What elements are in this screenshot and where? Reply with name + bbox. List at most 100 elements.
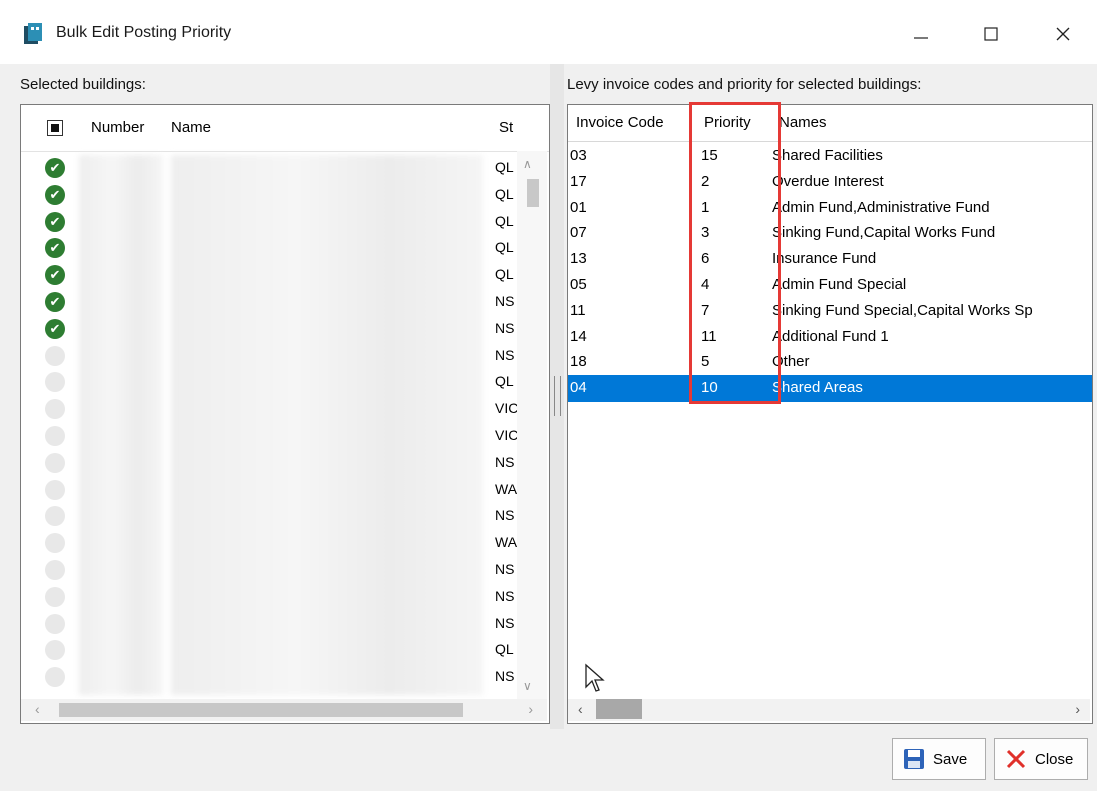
column-state[interactable]: St: [499, 119, 513, 136]
title-bar: Bulk Edit Posting Priority: [0, 0, 1097, 64]
scroll-up-icon[interactable]: ∧: [523, 157, 532, 171]
table-row[interactable]: 17 2 Overdue Interest: [568, 168, 1092, 196]
table-row[interactable]: ✔ QL: [21, 209, 541, 235]
state-cell: QL: [495, 266, 514, 283]
state-cell: NS: [495, 614, 515, 631]
state-cell: WA: [495, 480, 518, 497]
invoice-code-cell: 17: [570, 172, 587, 190]
unchecked-circle-icon[interactable]: ✔: [45, 426, 65, 446]
table-row[interactable]: ✔ NS: [21, 450, 541, 476]
buildings-vertical-scrollbar[interactable]: ∧ ∨: [517, 151, 547, 699]
minimize-button[interactable]: [896, 14, 946, 54]
splitter-grip-icon: [554, 376, 561, 416]
maximize-button[interactable]: [966, 14, 1016, 54]
table-row[interactable]: ✔ NS: [21, 664, 541, 690]
table-row[interactable]: ✔ WA: [21, 530, 541, 556]
unchecked-circle-icon[interactable]: ✔: [45, 399, 65, 420]
table-row[interactable]: ✔ VIC: [21, 423, 541, 449]
invoice-code-cell: 18: [570, 353, 587, 371]
panel-splitter[interactable]: [550, 64, 564, 729]
table-row[interactable]: ✔ QL: [21, 637, 541, 663]
unchecked-circle-icon[interactable]: ✔: [45, 479, 65, 500]
names-cell: Sinking Fund Special,Capital Works Sp: [772, 301, 1033, 319]
unchecked-circle-icon[interactable]: ✔: [45, 640, 65, 661]
invoice-code-cell: 13: [570, 250, 587, 268]
state-cell: QL: [495, 641, 514, 658]
table-row[interactable]: 11 7 Sinking Fund Special,Capital Works Sp: [568, 297, 1092, 325]
checked-circle-icon[interactable]: ✔: [45, 318, 65, 339]
unchecked-circle-icon[interactable]: ✔: [45, 560, 65, 580]
buildings-rows: ✔ QL ✔ QL ✔ QL ✔ QL ✔ QL ✔ NS ✔ NS ✔ NS ✔ QL ✔ VIC ✔ VIC ✔ NS ✔ W…: [21, 151, 541, 699]
table-row[interactable]: ✔ QL: [21, 262, 541, 288]
invoice-code-cell: 01: [570, 198, 587, 216]
checked-circle-icon[interactable]: ✔: [45, 265, 65, 286]
scroll-left-icon[interactable]: ‹: [35, 701, 40, 717]
table-row[interactable]: 01 1 Admin Fund,Administrative Fund: [568, 194, 1092, 222]
save-button[interactable]: Save: [892, 738, 986, 780]
levy-horizontal-scrollbar[interactable]: ‹ ›: [568, 699, 1090, 721]
column-invoice-code[interactable]: Invoice Code: [576, 114, 664, 131]
unchecked-circle-icon[interactable]: ✔: [45, 667, 65, 688]
buildings-grid[interactable]: Number Name St ✔QL✔QL✔QL✔QL✔QL✔NS✔NS✔NS✔…: [20, 104, 550, 724]
table-row[interactable]: 05 4 Admin Fund Special: [568, 272, 1092, 299]
table-row[interactable]: 13 6 Insurance Fund: [568, 246, 1092, 274]
state-cell: QL: [495, 373, 514, 390]
scroll-left-icon[interactable]: ‹: [578, 701, 583, 717]
table-row[interactable]: ✔ QL: [21, 182, 541, 208]
column-name[interactable]: Name: [171, 119, 211, 136]
table-row[interactable]: ✔ NS: [21, 343, 541, 369]
select-all-checkbox[interactable]: [47, 120, 63, 136]
checked-circle-icon[interactable]: ✔: [45, 158, 65, 178]
unchecked-circle-icon[interactable]: ✔: [45, 586, 65, 607]
state-cell: QL: [495, 185, 514, 202]
column-names[interactable]: Names: [779, 114, 827, 131]
minimize-icon: [914, 37, 928, 39]
unchecked-circle-icon[interactable]: ✔: [45, 533, 65, 554]
checked-circle-icon[interactable]: ✔: [45, 238, 65, 259]
table-row[interactable]: ✔ NS: [21, 611, 541, 637]
table-row[interactable]: ✔ NS: [21, 316, 541, 342]
maximize-icon: [984, 27, 998, 41]
table-row[interactable]: ✔ WA: [21, 477, 541, 503]
column-number[interactable]: Number: [91, 119, 144, 136]
app-icon: [24, 23, 42, 44]
priority-column-highlight: [689, 102, 781, 404]
scroll-down-icon[interactable]: ∨: [523, 679, 532, 693]
unchecked-circle-icon[interactable]: ✔: [45, 452, 65, 473]
close-button[interactable]: Close: [994, 738, 1088, 780]
table-row[interactable]: ✔ VIC: [21, 396, 541, 422]
close-window-button[interactable]: [1038, 14, 1088, 54]
state-cell: VIC: [495, 400, 519, 417]
unchecked-circle-icon[interactable]: ✔: [45, 345, 65, 366]
scroll-thumb-horizontal[interactable]: [596, 699, 642, 719]
scroll-right-icon[interactable]: ›: [1075, 701, 1080, 717]
checked-circle-icon[interactable]: ✔: [45, 292, 65, 312]
levy-codes-label: Levy invoice codes and priority for sele…: [567, 76, 922, 93]
scroll-right-icon[interactable]: ›: [528, 701, 533, 717]
state-cell: NS: [495, 453, 515, 470]
table-row[interactable]: 04 10 Shared Areas: [568, 375, 1092, 403]
scroll-thumb-horizontal[interactable]: [59, 703, 463, 717]
table-row[interactable]: 18 5 Other: [568, 349, 1092, 377]
scroll-thumb[interactable]: [527, 179, 539, 207]
names-cell: Overdue Interest: [772, 172, 884, 190]
table-row[interactable]: 07 3 Sinking Fund,Capital Works Fund: [568, 220, 1092, 248]
table-row[interactable]: ✔ NS: [21, 503, 541, 529]
table-row[interactable]: ✔ QL: [21, 369, 541, 395]
table-row[interactable]: 03 15 Shared Facilities: [568, 143, 1092, 170]
table-row[interactable]: ✔ NS: [21, 557, 541, 583]
unchecked-circle-icon[interactable]: ✔: [45, 613, 65, 634]
checked-circle-icon[interactable]: ✔: [45, 211, 65, 232]
table-row[interactable]: ✔ QL: [21, 155, 541, 181]
unchecked-circle-icon[interactable]: ✔: [45, 372, 65, 393]
unchecked-circle-icon[interactable]: ✔: [45, 506, 65, 527]
checked-circle-icon[interactable]: ✔: [45, 184, 65, 205]
table-row[interactable]: 14 11 Additional Fund 1: [568, 323, 1092, 351]
names-cell: Admin Fund,Administrative Fund: [772, 198, 990, 216]
close-icon: [1056, 27, 1070, 41]
table-row[interactable]: ✔ QL: [21, 235, 541, 261]
table-row[interactable]: ✔ NS: [21, 584, 541, 610]
levy-codes-grid[interactable]: Invoice Code Priority Names 03 15 Shared F…: [567, 104, 1093, 724]
buildings-horizontal-scrollbar[interactable]: ‹ ›: [21, 699, 547, 721]
table-row[interactable]: ✔ NS: [21, 289, 541, 315]
